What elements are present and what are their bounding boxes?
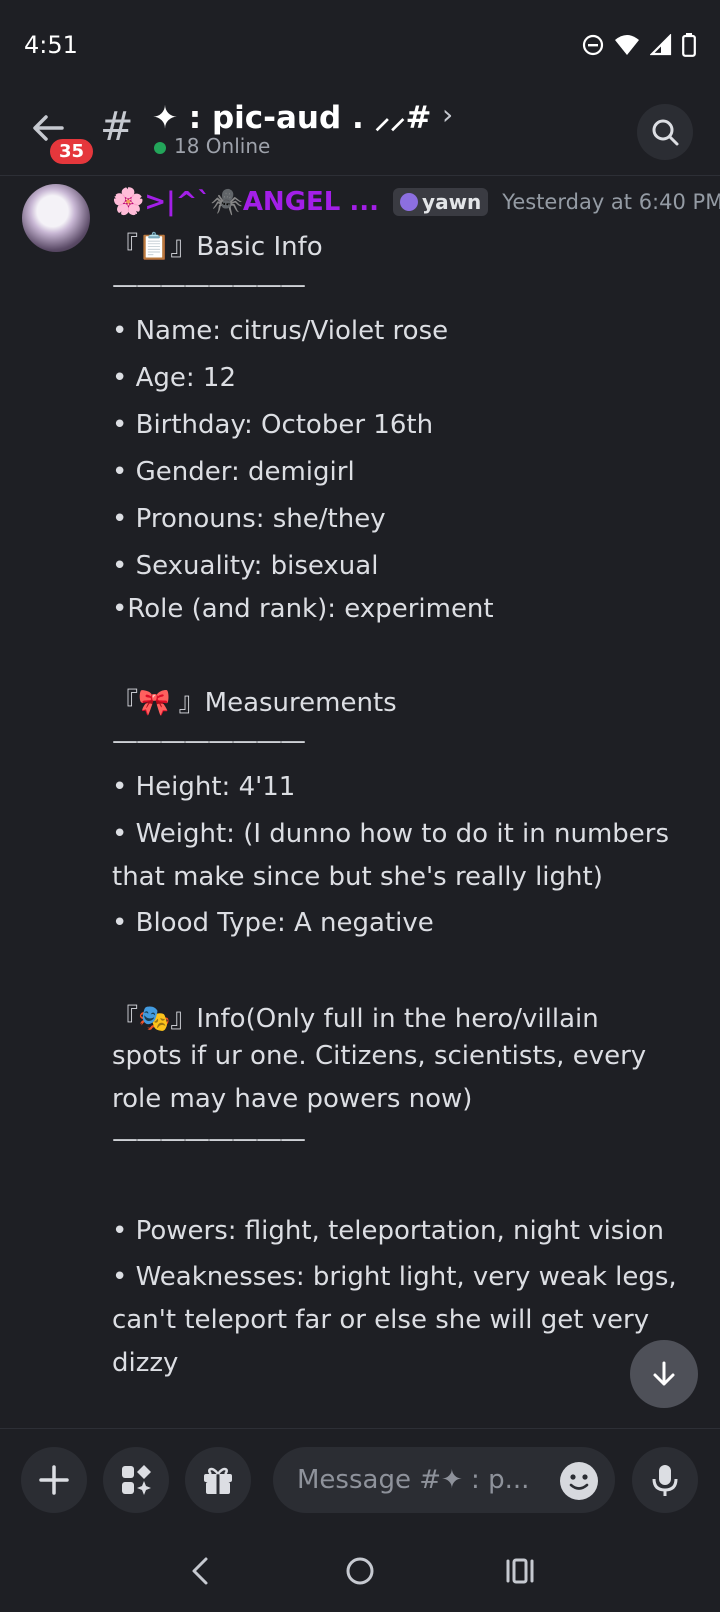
- timestamp: Yesterday at 6:40 PM: [502, 190, 720, 214]
- message-line: spots if ur one. Citizens, scientists, e…: [112, 1041, 647, 1071]
- message-line: • Birthday: October 16th: [112, 410, 434, 440]
- role-tag-label: yawn: [422, 190, 482, 214]
- status-bar: 4:51: [0, 0, 720, 90]
- message-line: 『🎀 』Measurements: [112, 688, 397, 718]
- wifi-icon: [614, 34, 640, 56]
- gift-icon: [204, 1467, 232, 1494]
- signal-icon: [650, 34, 672, 56]
- chevron-right-icon[interactable]: ›: [442, 98, 453, 131]
- add-attachment-button[interactable]: [21, 1447, 87, 1513]
- message-header: 🌸>|^`🕷️ANGEL ... yawn Yesterday at 6:40 …: [112, 184, 720, 220]
- home-circle-icon: [346, 1557, 374, 1585]
- unread-badge: 35: [47, 136, 97, 167]
- message-line: dizzy: [112, 1348, 179, 1378]
- status-icons: [582, 33, 696, 57]
- status-time: 4:51: [24, 31, 78, 59]
- message-line: • Blood Type: A negative: [112, 908, 434, 938]
- chevron-left-icon: [192, 1557, 208, 1585]
- nav-back-button[interactable]: [178, 1549, 222, 1593]
- recents-icon: [506, 1558, 534, 1584]
- message-composer: [0, 1428, 720, 1528]
- system-nav-bar: [0, 1530, 720, 1612]
- username[interactable]: 🌸>|^`🕷️ANGEL ...: [112, 187, 379, 217]
- message-line: • Weaknesses: bright light, very weak le…: [112, 1262, 677, 1292]
- message-line: • Height: 4'11: [112, 772, 296, 802]
- nav-recents-button[interactable]: [498, 1549, 542, 1593]
- gift-button[interactable]: [185, 1447, 251, 1513]
- message-line: • Sexuality: bisexual: [112, 551, 379, 581]
- apps-icon: [122, 1465, 151, 1495]
- search-icon: [652, 119, 679, 146]
- do-not-disturb-icon: [582, 34, 604, 56]
- message: 🌸>|^`🕷️ANGEL ... yawn Yesterday at 6:40 …: [0, 178, 720, 1428]
- message-line: 『🎭』Info(Only full in the hero/villain: [112, 1004, 599, 1034]
- message-line: • Powers: flight, teleportation, night v…: [112, 1216, 664, 1246]
- message-line: • Weight: (I dunno how to do it in numbe…: [112, 819, 670, 849]
- plus-icon: [39, 1465, 69, 1495]
- channel-header: 35 # ✦ : pic-aud . ⸝⸝# › 18 Online: [0, 90, 720, 176]
- avatar[interactable]: [22, 184, 90, 252]
- message-line: that make since but she's really light): [112, 862, 603, 892]
- message-line: ————————: [112, 270, 306, 300]
- message-line: • Name: citrus/Violet rose: [112, 316, 449, 346]
- message-line: can't teleport far or else she will get …: [112, 1305, 650, 1335]
- message-line: 『📋』Basic Info: [112, 232, 323, 262]
- search-button[interactable]: [637, 104, 693, 160]
- voice-message-button[interactable]: [632, 1447, 698, 1513]
- arrow-down-icon: [653, 1361, 675, 1386]
- online-dot: [154, 142, 166, 154]
- scroll-to-bottom-button[interactable]: [630, 1340, 698, 1408]
- channel-name[interactable]: ✦ : pic-aud . ⸝⸝#: [152, 96, 432, 138]
- message-line: •Role (and rank): experiment: [112, 594, 494, 624]
- emoji-button[interactable]: [560, 1462, 598, 1500]
- moon-icon: [400, 193, 419, 211]
- role-tag[interactable]: yawn: [393, 188, 489, 216]
- nav-home-button[interactable]: [338, 1549, 382, 1593]
- apps-button[interactable]: [103, 1447, 169, 1513]
- message-line: • Pronouns: she/they: [112, 504, 386, 534]
- microphone-icon: [652, 1465, 678, 1496]
- message-line: role may have powers now): [112, 1084, 473, 1114]
- message-line: ————————: [112, 726, 306, 756]
- battery-icon: [682, 33, 696, 57]
- hash-icon: #: [100, 104, 134, 150]
- message-line: • Age: 12: [112, 363, 236, 393]
- message-line: • Gender: demigirl: [112, 457, 355, 487]
- smiley-icon: [569, 1474, 589, 1490]
- online-count: 18 Online: [174, 134, 271, 158]
- message-line: ————————: [112, 1124, 306, 1154]
